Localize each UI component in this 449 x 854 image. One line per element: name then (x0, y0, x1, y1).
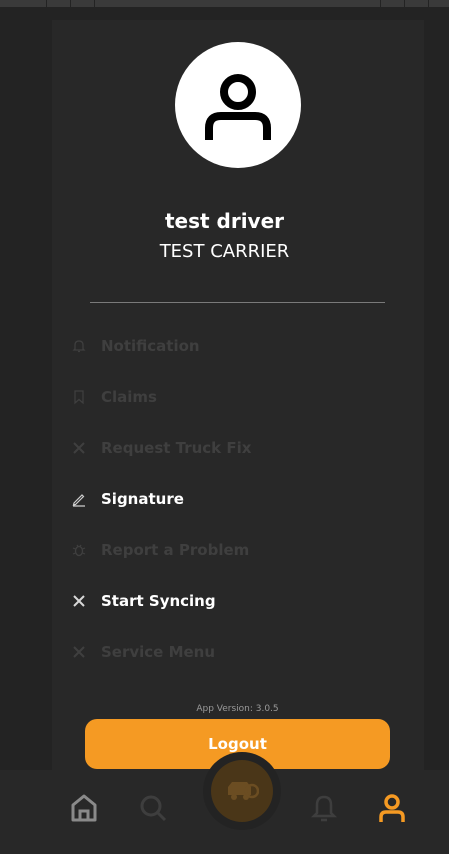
menu-item-label: Report a Problem (101, 541, 250, 559)
menu-item-notification[interactable]: Notification (70, 331, 200, 361)
avatar (175, 42, 301, 168)
truck-button[interactable] (211, 760, 273, 822)
bug-icon (70, 541, 88, 559)
user-icon (205, 74, 271, 140)
menu-item-label: Notification (101, 337, 200, 355)
menu-item-service-menu[interactable]: Service Menu (70, 637, 215, 667)
truck-icon (228, 782, 259, 800)
top-bar (0, 0, 449, 7)
driver-name: test driver (164, 209, 285, 233)
profile-icon[interactable] (376, 792, 408, 824)
menu-item-request-truck-fix[interactable]: Request Truck Fix (70, 433, 251, 463)
home-icon[interactable] (68, 792, 100, 824)
carrier-name: TEST CARRIER (159, 241, 290, 262)
bell-icon (70, 337, 88, 355)
menu-item-label: Start Syncing (101, 592, 216, 610)
menu-item-label: Claims (101, 388, 157, 406)
tools-icon (70, 643, 88, 661)
app-version: App Version: 3.0.5 (196, 704, 279, 714)
search-icon[interactable] (137, 792, 169, 824)
menu-item-start-syncing[interactable]: Start Syncing (70, 586, 216, 616)
menu-item-report-a-problem[interactable]: Report a Problem (70, 535, 249, 565)
menu-item-label: Signature (101, 490, 184, 508)
bookmark-icon (70, 388, 88, 406)
menu-item-claims[interactable]: Claims (70, 382, 157, 412)
menu-item-signature[interactable]: Signature (70, 484, 184, 514)
tools-icon (70, 592, 88, 610)
menu-item-label: Service Menu (101, 643, 216, 661)
bell-icon[interactable] (308, 792, 340, 824)
divider (90, 302, 385, 303)
menu-item-label: Request Truck Fix (101, 439, 252, 457)
pen-icon (70, 490, 88, 508)
tools-icon (70, 439, 88, 457)
